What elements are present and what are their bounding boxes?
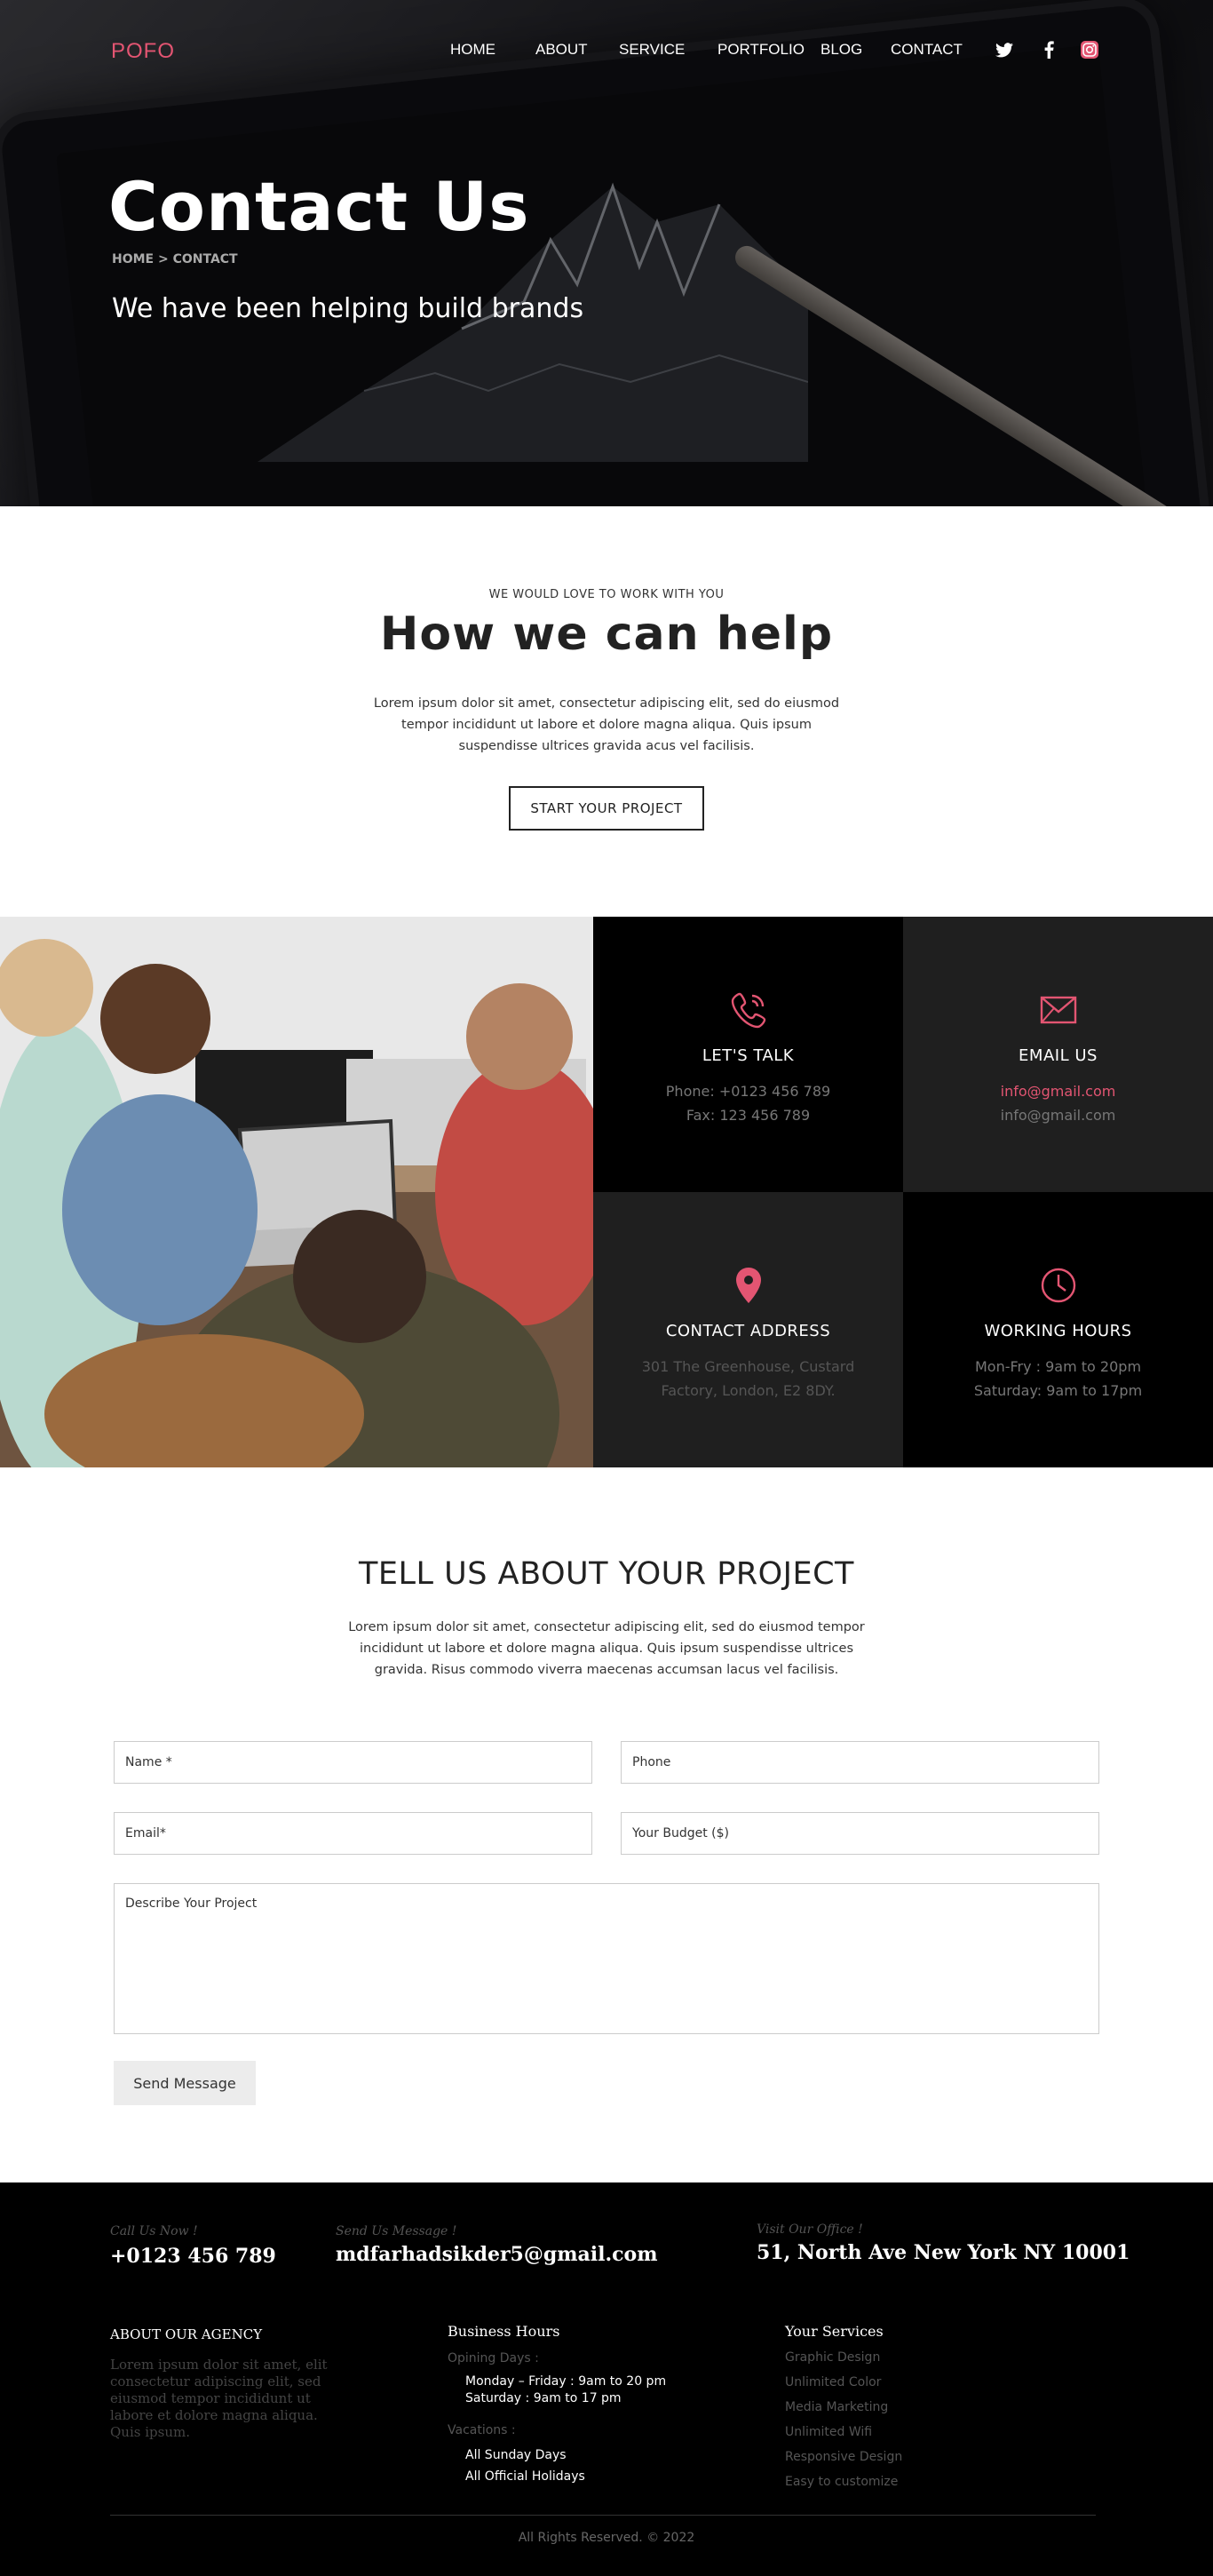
service-item[interactable]: Easy to customize [785,2469,902,2494]
map-pin-icon [593,1263,903,1308]
services-list: Graphic Design Unlimited Color Media Mar… [785,2345,902,2494]
opening-saturday: Saturday : 9am to 17 pm [465,2391,622,2405]
project-description-field[interactable] [114,1883,1099,2034]
contact-card-email: EMAIL US info@gmail.com info@gmail.com [903,917,1213,1192]
nav-blog[interactable]: BLOG [821,41,862,59]
start-project-button[interactable]: START YOUR PROJECT [509,786,704,831]
name-field[interactable] [114,1741,592,1784]
contact-card-hours: WORKING HOURS Mon-Fry : 9am to 20pm Satu… [903,1192,1213,1467]
call-number[interactable]: +0123 456 789 [110,2245,276,2268]
hero-section: POFO HOME ABOUT SERVICE PORTFOLIO BLOG C… [0,0,1213,506]
office-address: 51, North Ave New York NY 10001 [757,2241,1130,2264]
service-item[interactable]: Unlimited Wifi [785,2420,902,2445]
service-item[interactable]: Responsive Design [785,2445,902,2469]
project-form-section: TELL US ABOUT YOUR PROJECT Lorem ipsum d… [0,1467,1213,2182]
phone-field[interactable] [621,1741,1099,1784]
contact-card-title: LET'S TALK [702,1046,795,1065]
contact-fax: Fax: 123 456 789 [686,1107,811,1124]
about-title: ABOUT OUR AGENCY [110,2326,263,2342]
contact-card-title: CONTACT ADDRESS [665,1322,831,1340]
team-photo [0,917,593,1467]
contact-card-address: CONTACT ADDRESS 301 The Greenhouse, Cust… [593,1192,903,1467]
contact-info-grid: LET'S TALK Phone: +0123 456 789 Fax: 123… [0,917,1213,1467]
email-field[interactable] [114,1812,592,1855]
send-message-button[interactable]: Send Message [114,2061,256,2105]
hero-subtitle: We have been helping build brands [112,293,584,324]
email-link-secondary[interactable]: info@gmail.com [903,1103,1213,1127]
nav-home[interactable]: HOME [450,41,496,59]
instagram-icon[interactable] [1080,39,1099,60]
nav-contact[interactable]: CONTACT [891,41,963,59]
email-link-primary[interactable]: info@gmail.com [903,1079,1213,1103]
visit-label: Visit Our Office ! [757,2222,863,2237]
vacations-label: Vacations : [448,2423,516,2437]
hours-title: Business Hours [448,2323,560,2340]
project-title: TELL US ABOUT YOUR PROJECT [359,1556,854,1592]
main-navigation: POFO HOME ABOUT SERVICE PORTFOLIO BLOG C… [0,0,1213,98]
phone-icon [593,988,903,1032]
mail-label: Send Us Message ! [336,2224,457,2238]
service-item[interactable]: Unlimited Color [785,2370,902,2395]
call-label: Call Us Now ! [110,2224,198,2238]
vacation-sundays: All Sunday Days [465,2448,567,2462]
address-line-2: Factory, London, E2 8DY. [661,1382,836,1399]
contact-card-title: WORKING HOURS [984,1322,1132,1340]
contact-card-title: EMAIL US [1019,1046,1098,1065]
nav-about[interactable]: ABOUT [535,41,588,59]
nav-service[interactable]: SERVICE [619,41,685,59]
nav-portfolio[interactable]: PORTFOLIO [717,41,805,59]
help-section: WE WOULD LOVE TO WORK WITH YOU How we ca… [0,506,1213,917]
about-text: Lorem ipsum dolor sit amet, elit consect… [110,2357,328,2440]
breadcrumb[interactable]: HOME > CONTACT [112,252,238,266]
services-title: Your Services [785,2323,884,2340]
service-item[interactable]: Graphic Design [785,2345,902,2370]
footer-divider [110,2515,1096,2516]
hours-line-1: Mon-Fry : 9am to 20pm [974,1358,1142,1375]
copyright: All Rights Reserved. © 2022 [518,2531,695,2545]
contact-phone: Phone: +0123 456 789 [665,1083,831,1100]
twitter-icon[interactable] [995,39,1014,60]
contact-card-talk: LET'S TALK Phone: +0123 456 789 Fax: 123… [593,917,903,1192]
help-kicker: WE WOULD LOVE TO WORK WITH YOU [488,588,725,601]
page-title: Contact Us [108,167,530,246]
vacation-holidays: All Official Holidays [465,2469,585,2484]
mail-address[interactable]: mdfarhadsikder5@gmail.com [336,2243,658,2266]
envelope-icon [903,988,1213,1032]
budget-field[interactable] [621,1812,1099,1855]
service-item[interactable]: Media Marketing [785,2395,902,2420]
hours-line-2: Saturday: 9am to 17pm [973,1382,1143,1399]
help-text: Lorem ipsum dolor sit amet, consectetur … [373,696,840,753]
project-text: Lorem ipsum dolor sit amet, consectetur … [348,1620,865,1677]
clock-icon [903,1263,1213,1308]
facebook-icon[interactable] [1039,39,1058,60]
opening-weekdays: Monday – Friday : 9am to 20 pm [465,2374,667,2389]
opening-label: Opining Days : [448,2351,539,2365]
site-footer: Call Us Now ! +0123 456 789 Send Us Mess… [0,2182,1213,2576]
help-title: How we can help [379,608,834,661]
address-line-1: 301 The Greenhouse, Custard [641,1358,855,1375]
